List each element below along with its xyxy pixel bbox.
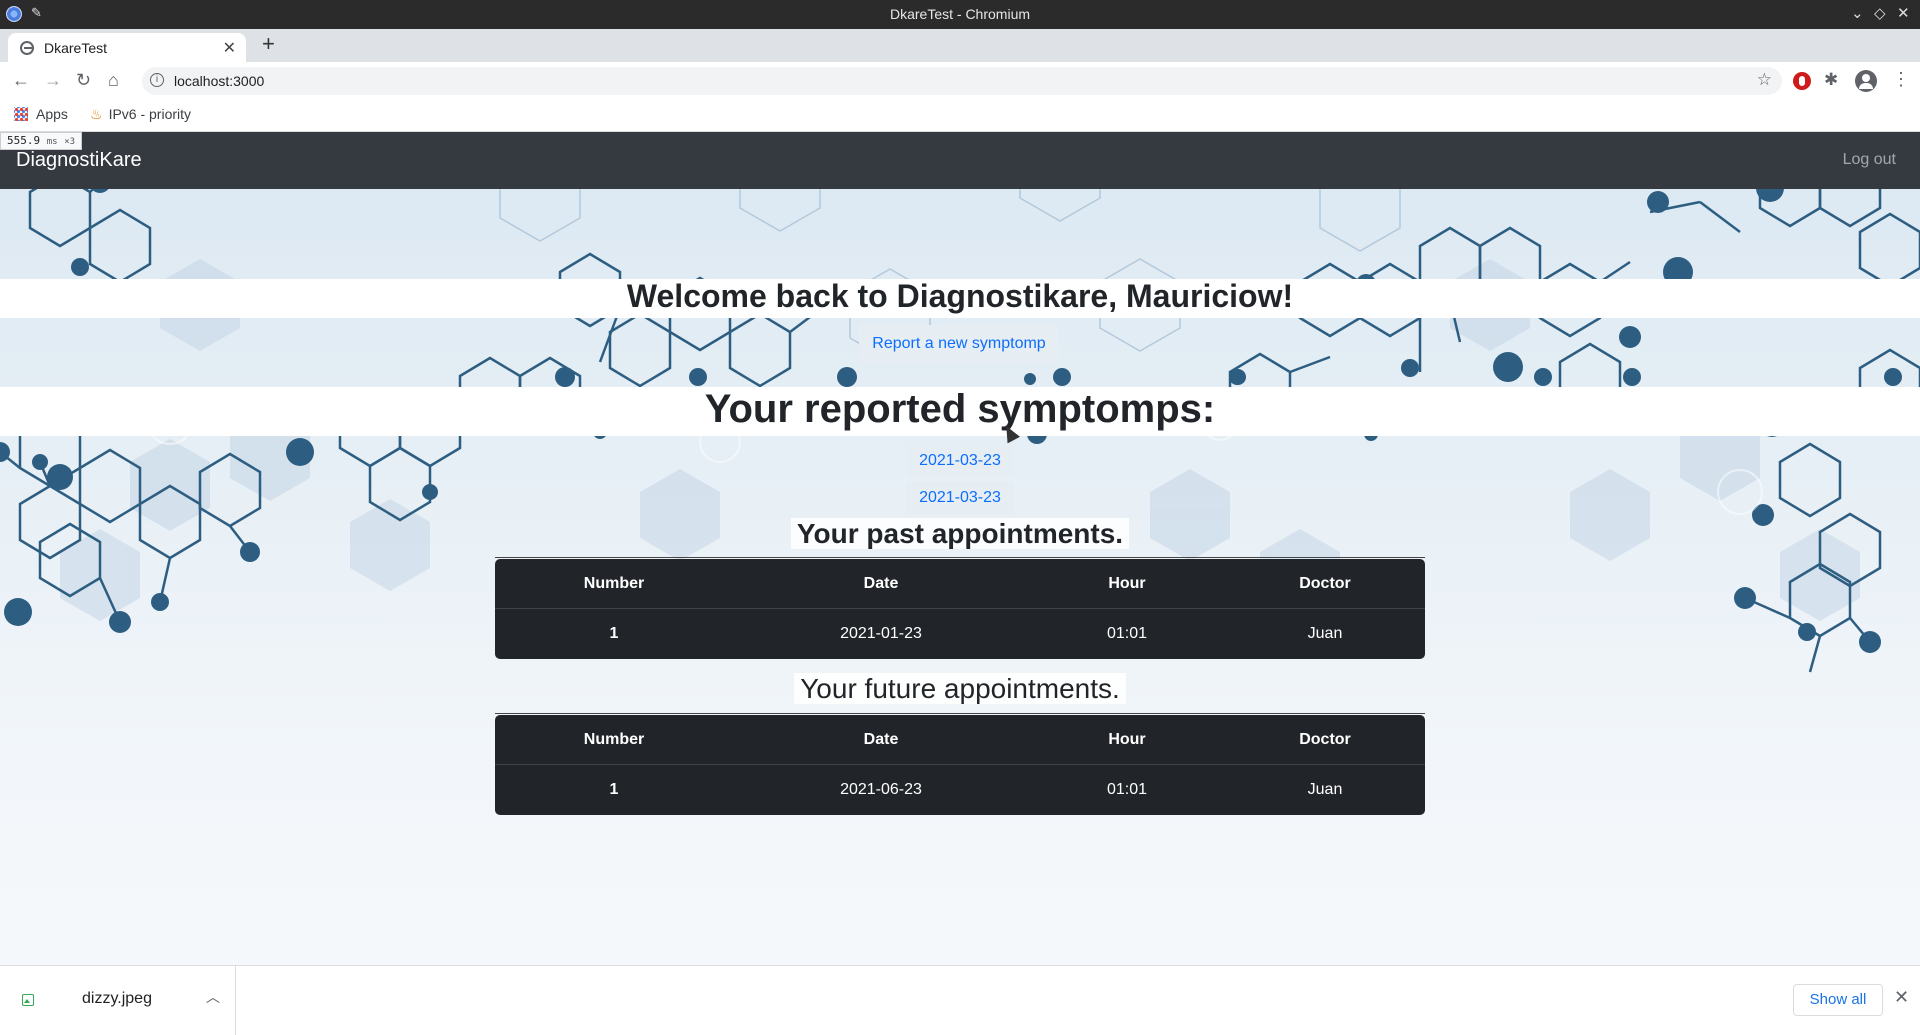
bookmark-apps-label: Apps (36, 106, 68, 122)
cell-date: 2021-06-23 (840, 781, 922, 798)
perf-unit: ms (46, 137, 58, 147)
profile-avatar-icon[interactable] (1855, 70, 1877, 92)
minimize-icon[interactable]: ⌄ (1851, 4, 1864, 22)
bookmark-ipv6-label: IPv6 - priority (108, 106, 192, 122)
web-page: DiagnostiKare Log out 555.9 ms ×3 Welcom… (0, 132, 1920, 965)
adblock-extension-icon[interactable] (1793, 72, 1811, 90)
reload-icon[interactable]: ↻ (76, 70, 91, 91)
close-shelf-icon[interactable]: ✕ (1894, 987, 1909, 1008)
cell-number: 1 (609, 625, 619, 642)
close-tab-icon[interactable]: ✕ (223, 38, 236, 58)
site-info-icon[interactable]: i (150, 73, 164, 87)
chevron-up-icon[interactable]: ︿ (206, 987, 220, 1007)
bookmark-apps[interactable]: Apps (14, 106, 68, 122)
browser-menu-icon[interactable]: ⋮ (1892, 69, 1910, 90)
table-row: 1 2021-06-23 01:01 Juan (495, 765, 1425, 815)
column-header-number: Number (583, 575, 645, 592)
table-header-row: Number Date Hour Doctor (495, 715, 1425, 765)
divider (495, 557, 1425, 558)
cell-doctor: Juan (1307, 781, 1343, 798)
globe-icon (20, 41, 34, 55)
past-appointments-heading: Your past appointments. (0, 518, 1920, 550)
forward-icon[interactable]: → (44, 70, 62, 91)
download-shelf: dizzy.jpeg ︿ Show all ✕ (0, 965, 1920, 1035)
cell-date: 2021-01-23 (840, 625, 922, 642)
column-header-doctor: Doctor (1299, 731, 1351, 748)
perf-value: 555.9 (7, 134, 41, 147)
perf-multiplier: ×3 (64, 137, 76, 147)
image-file-icon (22, 994, 34, 1006)
table-header-row: Number Date Hour Doctor (495, 559, 1425, 609)
window-title: DkareTest - Chromium (889, 6, 1031, 22)
column-header-doctor: Doctor (1299, 575, 1351, 592)
future-appointments-heading: Your future appointments. (0, 673, 1920, 705)
new-tab-button[interactable]: + (262, 31, 275, 57)
brand-logo[interactable]: DiagnostiKare (16, 149, 142, 172)
bookmark-star-icon[interactable]: ☆ (1757, 70, 1772, 90)
cell-hour: 01:01 (1106, 781, 1148, 798)
column-header-number: Number (583, 731, 645, 748)
report-symptom-button[interactable]: Report a new symptomp (859, 325, 1059, 363)
address-bar[interactable]: i localhost:3000 ☆ (142, 67, 1782, 95)
url-text[interactable]: localhost:3000 (174, 73, 264, 89)
column-header-date: Date (863, 731, 899, 748)
column-header-hour: Hour (1108, 575, 1146, 592)
column-header-hour: Hour (1108, 731, 1146, 748)
download-filename[interactable]: dizzy.jpeg (82, 990, 152, 1008)
apps-grid-icon (14, 107, 28, 121)
maximize-icon[interactable]: ◇ (1874, 4, 1886, 22)
back-icon[interactable]: ← (12, 70, 30, 91)
home-icon[interactable]: ⌂ (108, 70, 119, 91)
flame-icon: ♨ (90, 106, 103, 122)
symptoms-heading: Your reported symptomps: (704, 387, 1216, 431)
download-item[interactable]: dizzy.jpeg ︿ (0, 966, 236, 1035)
welcome-heading: Welcome back to Diagnostikare, Mauriciow… (626, 278, 1294, 314)
site-navbar: DiagnostiKare Log out (0, 132, 1920, 189)
tab-dkaretest[interactable]: DkareTest ✕ (8, 33, 246, 62)
bookmark-ipv6-priority[interactable]: ♨ IPv6 - priority (90, 106, 191, 123)
close-window-icon[interactable]: ✕ (1897, 4, 1910, 22)
window-titlebar: ✎ DkareTest - Chromium ⌄ ◇ ✕ (0, 0, 1920, 29)
logout-link[interactable]: Log out (1843, 151, 1896, 169)
past-appointments-title: Your past appointments. (790, 518, 1130, 549)
tab-title: DkareTest (44, 40, 108, 56)
symptom-link[interactable]: 2021-03-23 (906, 482, 1014, 514)
cell-number: 1 (609, 781, 619, 798)
show-all-button[interactable]: Show all (1793, 984, 1883, 1016)
tab-strip: DkareTest ✕ + (0, 29, 1920, 62)
symptom-link[interactable]: 2021-03-23 (906, 445, 1014, 477)
table-row: 1 2021-01-23 01:01 Juan (495, 609, 1425, 659)
divider (495, 713, 1425, 714)
past-appointments-table: Number Date Hour Doctor 1 2021-01-23 01:… (495, 559, 1425, 659)
performance-badge: 555.9 ms ×3 (0, 132, 83, 150)
extensions-puzzle-icon[interactable]: ✱ (1824, 70, 1838, 90)
cell-hour: 01:01 (1106, 625, 1148, 642)
future-appointments-table: Number Date Hour Doctor 1 2021-06-23 01:… (495, 715, 1425, 815)
bookmarks-bar: Apps ♨ IPv6 - priority (0, 100, 1920, 132)
cell-doctor: Juan (1307, 625, 1343, 642)
future-appointments-title: Your future appointments. (794, 673, 1126, 704)
column-header-date: Date (863, 575, 899, 592)
browser-toolbar: ← → ↻ ⌂ i localhost:3000 ☆ ✱ ⋮ (0, 62, 1920, 100)
